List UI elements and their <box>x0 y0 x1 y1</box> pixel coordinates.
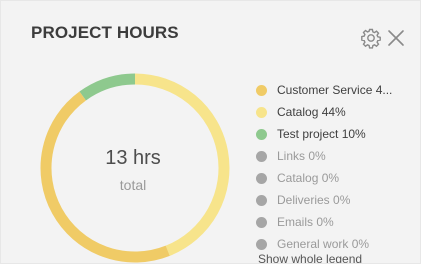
legend-label: Emails 0% <box>277 215 334 229</box>
legend-dot-icon <box>256 194 267 206</box>
legend-label: Catalog 44% <box>277 105 346 119</box>
legend-item[interactable]: Test project 10% <box>256 123 416 145</box>
donut-center-label: total <box>119 177 147 193</box>
legend-item[interactable]: Catalog 44% <box>256 101 416 123</box>
legend-dot-icon <box>256 216 267 228</box>
legend-item[interactable]: Catalog 0% <box>256 167 416 189</box>
legend-label: Deliveries 0% <box>277 193 351 207</box>
legend-dot-icon <box>256 84 267 96</box>
chart-legend: Customer Service 4... Catalog 44% Test pro… <box>256 79 416 255</box>
legend-dot-icon <box>256 128 267 140</box>
donut-slice-test-project[interactable] <box>79 73 136 101</box>
legend-label: Customer Service 4... <box>277 83 393 97</box>
legend-dot-icon <box>256 238 267 250</box>
legend-item[interactable]: Links 0% <box>256 145 416 167</box>
legend-dot-icon <box>256 150 267 162</box>
legend-item[interactable]: Emails 0% <box>256 211 416 233</box>
legend-item[interactable]: Deliveries 0% <box>256 189 416 211</box>
project-hours-widget: PROJECT HOURS 13 hrs total Customer Serv… <box>0 0 421 264</box>
legend-label: Catalog 0% <box>277 171 340 185</box>
legend-label: General work 0% <box>277 237 370 251</box>
show-whole-legend-link[interactable]: Show whole legend <box>258 252 362 263</box>
legend-dot-icon <box>256 106 267 118</box>
donut-center-value: 13 hrs <box>105 147 161 169</box>
legend-label: Links 0% <box>277 149 326 163</box>
legend-item[interactable]: Customer Service 4... <box>256 79 416 101</box>
legend-dot-icon <box>256 172 267 184</box>
legend-label: Test project 10% <box>277 127 366 141</box>
